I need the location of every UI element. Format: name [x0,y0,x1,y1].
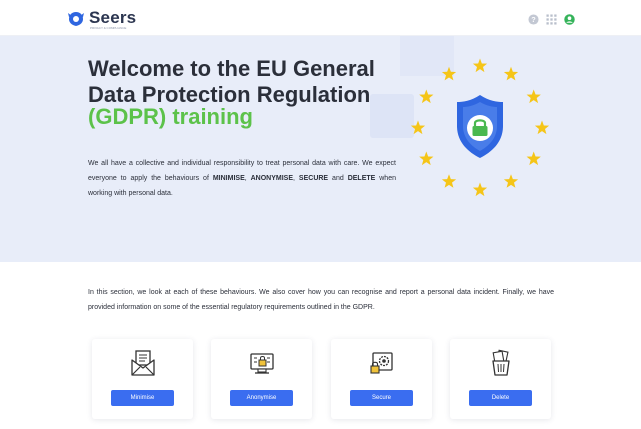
padlock-icon [467,115,493,141]
monitor-lock-icon [250,353,274,374]
page: Seers PRIVACY & COMPLIANCE ? Welcome to … [0,0,641,429]
minimise-button[interactable]: Minimise [111,390,174,406]
keyword-minimise: MINIMISE [212,175,245,182]
star-icon [526,151,541,166]
star-icon [419,89,434,104]
logo-text: Seers [89,8,137,27]
star-icon [503,66,519,81]
behaviour-card-delete: Delete [450,339,551,419]
star-icon [472,58,488,73]
eu-shield-emblem [410,58,550,197]
header-icons: ? [528,14,575,25]
star-icon [472,182,488,197]
star-icon [441,174,457,188]
keyword-secure: SECURE [298,175,329,182]
seers-logo[interactable]: Seers PRIVACY & COMPLIANCE [66,9,136,31]
secure-button[interactable]: Secure [350,390,413,406]
star-icon [534,120,550,135]
svg-text:?: ? [531,15,536,24]
trash-documents-icon [492,349,510,376]
top-header: Seers PRIVACY & COMPLIANCE ? [0,0,641,36]
seers-logo-icon [68,12,84,26]
apps-grid-icon[interactable] [546,14,557,25]
keyword-delete: DELETE [347,175,376,182]
behaviour-card-anonymise: Anonymise [211,339,312,419]
behaviour-card-secure: Secure [331,339,432,419]
envelope-document-icon [131,350,155,376]
anonymise-button[interactable]: Anonymise [230,390,293,406]
user-account-icon[interactable] [564,14,575,25]
delete-button[interactable]: Delete [469,390,532,406]
star-icon [419,151,434,166]
logo-subtext: PRIVACY & COMPLIANCE [90,26,127,30]
star-icon [441,66,457,81]
gear-lock-icon [370,352,393,374]
page-title: Welcome to the EU General Data Protectio… [88,56,375,107]
section-description: In this section, we look at each of thes… [88,289,554,311]
intro-separator: and [328,175,348,182]
intro-paragraph: We all have a collective and individual … [88,156,396,201]
star-icon [503,174,519,188]
keyword-anonymise: ANONYMISE [250,175,294,182]
page-title-highlight: (GDPR) training [88,104,253,129]
behaviour-card-minimise: Minimise [92,339,193,419]
star-icon [526,89,541,104]
star-icon [410,120,426,135]
help-icon[interactable]: ? [528,14,539,25]
